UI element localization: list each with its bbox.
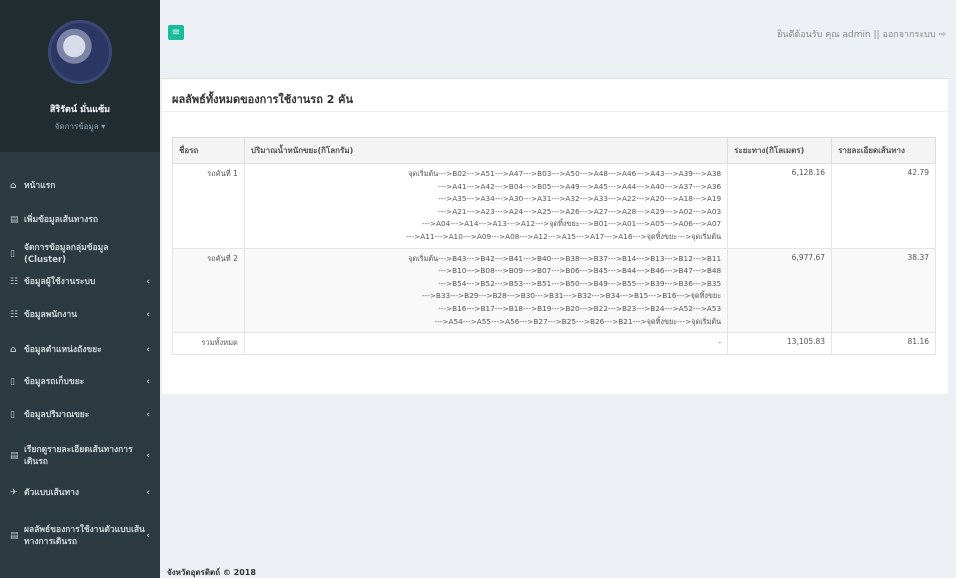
results-table: ชื่อรถ ปริมาณน้ำหนักขยะ(กิโลกรัม) ระยะทา… xyxy=(172,137,936,355)
route-line: --->A11--->A10--->A09--->A08--->A12--->A… xyxy=(406,231,722,241)
user-role-dropdown[interactable]: จัดการข้อมูล ▾ xyxy=(0,120,160,133)
sidebar-item-label: เรียกดูรายละเอียดเส้นทางการเดินรถ xyxy=(24,445,133,467)
route-line: --->B54--->B52--->B53--->B51--->B50--->B… xyxy=(438,278,722,288)
truck-icon: ▯ xyxy=(10,377,15,387)
route-line: --->B10--->B08--->B09--->B07--->B06--->B… xyxy=(438,266,722,276)
sidebar-item-label: ข้อมูลรถเก็บขยะ xyxy=(24,377,85,387)
sidebar-item[interactable]: ☷ ข้อมูลผู้ใช้งานระบบ ‹ xyxy=(0,272,160,292)
cell-distance: 6,977.67 xyxy=(727,247,833,334)
cell-car-name: รถคันที่ 1 xyxy=(172,163,245,249)
sidebar-item-label: ข้อมูลผู้ใช้งานระบบ xyxy=(24,277,96,287)
cell-detail: 42.79 xyxy=(831,163,936,249)
avatar[interactable] xyxy=(48,20,112,84)
sidebar-item-label: ตัวแบบเส้นทาง xyxy=(24,488,79,498)
location-icon: ⌂ xyxy=(10,345,17,355)
route-line: --->A21--->A23--->A24--->A25--->A26--->A… xyxy=(438,206,722,216)
home-icon: ⌂ xyxy=(10,181,17,191)
users-icon: ☷ xyxy=(10,277,19,287)
sidebar-item-label: จัดการข้อมูลกลุ่มข้อมูล (Cluster) xyxy=(24,243,109,265)
staff-icon: ☷ xyxy=(10,310,19,320)
cell-route: - xyxy=(243,332,729,355)
route-line: --->A54--->A55--->A56--->B27--->B25--->B… xyxy=(434,316,722,326)
sidebar-toggle-button[interactable]: ≡ xyxy=(168,25,184,40)
sidebar-item-label: ผลลัพธ์ของการใช้งานตัวแบบเส้นทางการเดินร… xyxy=(24,525,145,547)
sidebar-item[interactable]: ☷ ข้อมูลพนักงาน ‹ xyxy=(0,305,160,325)
top-navbar: ≡ ยินดีต้อนรับ คุณ admin || ออกจากระบบ ⇨ xyxy=(160,0,956,46)
chevron-left-icon: ‹ xyxy=(146,410,150,420)
sidebar-item[interactable]: ▤ ผลลัพธ์ของการใช้งานตัวแบบเส้นทางการเดิน… xyxy=(0,520,160,552)
chevron-left-icon: ‹ xyxy=(146,451,150,461)
cell-distance: 13,105.83 xyxy=(727,332,833,355)
column-header-distance: ระยะทาง(กิโลเมตร) xyxy=(727,137,833,164)
report-icon: ▤ xyxy=(10,451,19,461)
sidebar-item[interactable]: ▯ ข้อมูลรถเก็บขยะ ‹ xyxy=(0,372,160,392)
column-header-car: ชื่อรถ xyxy=(172,137,245,164)
user-name: สิริรัตน์ มั่นแซ้ม xyxy=(49,105,111,115)
column-header-weight: ปริมาณน้ำหนักขยะ(กิโลกรัม) xyxy=(243,137,729,164)
footer-copyright: จังหวัดอุตรดิตถ์ © 2018 xyxy=(167,568,256,577)
route-line: จุดเริ่มต้น--->B43--->B42--->B41--->B40-… xyxy=(408,253,722,263)
welcome-logout-link[interactable]: ยินดีต้อนรับ คุณ admin || ออกจากระบบ ⇨ xyxy=(777,27,946,41)
chevron-left-icon: ‹ xyxy=(146,310,150,320)
file-icon: ▯ xyxy=(10,249,15,259)
route-line: --->A35--->A34--->A30--->A31--->A32--->A… xyxy=(438,194,722,204)
map-icon: ✈ xyxy=(10,488,18,498)
sidebar: สิริรัตน์ มั่นแซ้ม จัดการข้อมูล ▾ ⌂ หน้าแ… xyxy=(0,0,160,578)
form-icon: ▤ xyxy=(10,215,19,225)
sidebar-item-label: ข้อมูลพนักงาน xyxy=(24,310,78,320)
route-line: --->B33--->B29--->B28--->B30--->B31--->B… xyxy=(421,291,722,301)
route-line: --->B16--->B17--->B18--->B19--->B20--->B… xyxy=(438,303,722,313)
cell-route: จุดเริ่มต้น--->B02--->A51--->A47--->B03-… xyxy=(243,163,729,249)
table-row: รวมทั้งหมด -13,105.83 81.16 xyxy=(172,332,936,355)
sidebar-item[interactable]: ▤ เรียกดูรายละเอียดเส้นทางการเดินรถ ‹ xyxy=(0,440,160,472)
table-header-row: ชื่อรถ ปริมาณน้ำหนักขยะ(กิโลกรัม) ระยะทา… xyxy=(172,137,936,164)
chart-icon: ▤ xyxy=(10,531,19,541)
user-panel: สิริรัตน์ มั่นแซ้ม จัดการข้อมูล ▾ xyxy=(0,0,160,152)
cell-route: จุดเริ่มต้น--->B43--->B42--->B41--->B40-… xyxy=(243,247,729,334)
cell-car-name: รถคันที่ 2 xyxy=(172,247,245,334)
cell-distance: 6,128.16 xyxy=(727,163,833,249)
chevron-left-icon: ‹ xyxy=(146,277,150,287)
panel-divider xyxy=(162,111,948,112)
cell-detail: 38.37 xyxy=(831,247,936,334)
route-line: --->A04--->A14--->A13--->A12--->จุดทิ้งข… xyxy=(421,219,722,229)
sidebar-item[interactable]: ▤ เพิ่มข้อมูลเส้นทางรถ xyxy=(0,210,160,230)
sidebar-item-label: ข้อมูลปริมาณขยะ xyxy=(24,410,90,420)
chevron-left-icon: ‹ xyxy=(146,345,150,355)
table-row: รถคันที่ 1 จุดเริ่มต้น--->B02--->A51--->A… xyxy=(172,163,936,249)
sidebar-item[interactable]: ▯ จัดการข้อมูลกลุ่มข้อมูล (Cluster) xyxy=(0,240,160,268)
sidebar-item[interactable]: ✈ ตัวแบบเส้นทาง ‹ xyxy=(0,483,160,503)
sidebar-item-label: เพิ่มข้อมูลเส้นทางรถ xyxy=(24,215,98,225)
sidebar-item[interactable]: ⌂ ข้อมูลตำแหน่งถังขยะ ‹ xyxy=(0,340,160,360)
column-header-detail: รายละเอียดเส้นทาง xyxy=(831,137,936,164)
sidebar-item-label: ข้อมูลตำแหน่งถังขยะ xyxy=(24,345,102,355)
garbage-icon: ▯ xyxy=(10,410,15,420)
table-row: รถคันที่ 2 จุดเริ่มต้น--->B43--->B42--->B… xyxy=(172,247,936,334)
chevron-left-icon: ‹ xyxy=(146,488,150,498)
route-line: - xyxy=(718,338,722,348)
cell-detail: 81.16 xyxy=(831,332,936,355)
route-line: --->A41--->A42--->B04--->B05--->A49--->A… xyxy=(438,181,722,191)
sidebar-item-label: หน้าแรก xyxy=(24,181,56,191)
cell-car-name: รวมทั้งหมด xyxy=(172,332,245,355)
chevron-left-icon: ‹ xyxy=(146,531,150,541)
panel-title: ผลลัพธ์ทั้งหมดของการใช้งานรถ 2 คัน xyxy=(172,93,354,106)
route-line: จุดเริ่มต้น--->B02--->A51--->A47--->B03-… xyxy=(408,169,722,178)
sidebar-item[interactable]: ⌂ หน้าแรก xyxy=(0,176,160,196)
results-panel: ผลลัพธ์ทั้งหมดของการใช้งานรถ 2 คัน ชื่อร… xyxy=(162,78,948,394)
sidebar-item[interactable]: ▯ ข้อมูลปริมาณขยะ ‹ xyxy=(0,405,160,425)
chevron-left-icon: ‹ xyxy=(146,377,150,387)
